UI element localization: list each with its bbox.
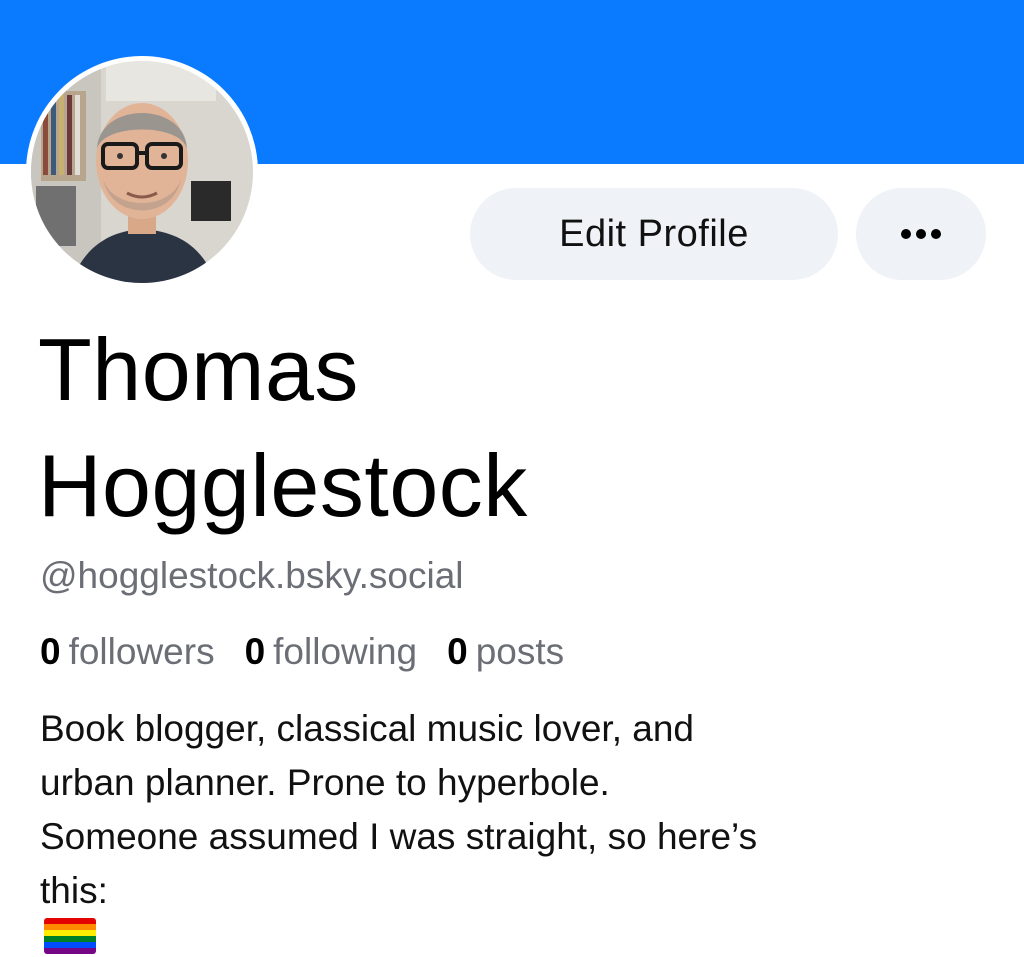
following-count: 0 — [244, 631, 266, 672]
display-name: Thomas Hogglestock — [38, 312, 798, 544]
more-options-button[interactable] — [856, 188, 986, 280]
ellipsis-icon — [901, 229, 941, 239]
profile-page: Edit Profile Thomas Hogglestock @hoggles… — [0, 0, 1024, 957]
rainbow-flag-icon — [44, 918, 96, 954]
bio-line-4: this: — [40, 864, 990, 954]
followers-count: 0 — [40, 631, 61, 672]
posts-count: 0 — [447, 631, 468, 672]
avatar-photo — [31, 61, 253, 283]
profile-handle: @hogglestock.bsky.social — [40, 555, 464, 596]
following-stat[interactable]: 0 following — [245, 628, 418, 676]
profile-stats: 0 followers 0 following 0 posts — [40, 628, 594, 676]
following-label: following — [273, 631, 418, 672]
followers-label: followers — [68, 631, 215, 672]
bio-line-1: Book blogger, classical music lover, and — [40, 708, 695, 749]
display-name-line-2: Hogglestock — [38, 436, 528, 535]
bio-line-2: urban planner. Prone to hyperbole. — [40, 762, 610, 803]
edit-profile-button[interactable]: Edit Profile — [470, 188, 838, 280]
bio-line-4-text: this: — [40, 870, 108, 911]
bio-line-3: Someone assumed I was straight, so here’… — [40, 816, 758, 857]
posts-label: posts — [475, 631, 565, 672]
profile-bio: Book blogger, classical music lover, and… — [40, 702, 990, 954]
avatar[interactable] — [26, 56, 258, 288]
display-name-line-1: Thomas — [38, 320, 359, 419]
posts-stat: 0 posts — [447, 628, 564, 676]
followers-stat[interactable]: 0 followers — [40, 628, 215, 676]
